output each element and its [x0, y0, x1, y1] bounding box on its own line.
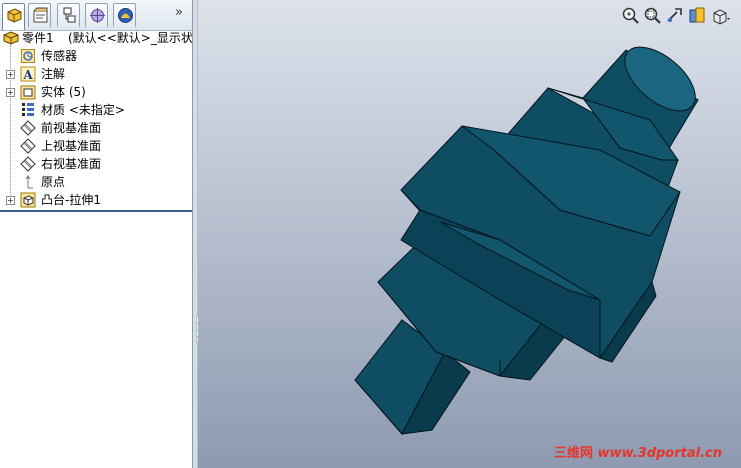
tree-item-solid-bodies[interactable]: + 实体 (5) — [0, 83, 192, 101]
tree-item-label: 传感器 — [41, 49, 78, 63]
display-manager-icon — [118, 8, 133, 23]
dimxpert-icon — [90, 8, 105, 23]
expand-toggle[interactable]: + — [6, 88, 15, 97]
tree-item-boss-extrude[interactable]: + 凸台-拉伸1 — [0, 191, 192, 209]
tree-item-label: 注解 — [41, 67, 66, 81]
plane-icon — [20, 156, 36, 172]
extrude-icon — [20, 192, 36, 208]
feature-manager-panel: » 零件1 (默认<<默认>_显示状态 传感器 + A 注解 + 实体 (5) … — [0, 0, 193, 468]
expand-toggle[interactable]: + — [6, 196, 15, 205]
watermark-brand: 三维网 — [553, 446, 593, 461]
origin-icon — [25, 175, 33, 189]
tree-item-origin[interactable]: 原点 — [0, 173, 192, 191]
manager-tab-bar: » — [0, 0, 192, 31]
configuration-manager-icon — [63, 7, 76, 23]
view-heads-up-toolbar — [621, 6, 733, 26]
feature-manager-tab[interactable] — [2, 3, 25, 30]
more-tabs-button[interactable]: » — [175, 6, 187, 20]
expand-toggle[interactable]: + — [6, 70, 15, 79]
tree-item-top-plane[interactable]: 上视基准面 — [0, 137, 192, 155]
tree-root-part[interactable]: 零件1 (默认<<默认>_显示状态 — [0, 29, 193, 47]
tree-item-label: 实体 (5) — [41, 85, 86, 99]
dimxpert-manager-tab[interactable] — [85, 3, 108, 27]
plane-icon — [20, 138, 36, 154]
plane-icon — [20, 120, 36, 136]
property-manager-tab[interactable] — [28, 3, 51, 27]
tree-item-annotations[interactable]: + A 注解 — [0, 65, 192, 83]
part-name: 零件1 — [22, 31, 54, 45]
tree-item-sensors[interactable]: 传感器 — [0, 47, 192, 65]
sensor-icon — [21, 49, 35, 63]
watermark-site: www.3dportal.cn — [597, 446, 722, 461]
display-manager-tab[interactable] — [113, 3, 136, 27]
property-manager-icon — [33, 7, 48, 23]
view-orientation-icon[interactable] — [711, 6, 731, 26]
tree-item-right-plane[interactable]: 右视基准面 — [0, 155, 192, 173]
material-icon — [22, 103, 34, 116]
configuration-name: (默认<<默认>_显示状态 — [68, 31, 193, 45]
part-icon — [3, 31, 19, 45]
tree-item-label: 原点 — [41, 175, 66, 189]
section-view-icon[interactable] — [687, 6, 707, 26]
tree-item-label: 右视基准面 — [41, 157, 102, 171]
rollback-bar[interactable] — [0, 210, 192, 212]
solid-bodies-icon — [20, 85, 36, 100]
shaft-model[interactable] — [198, 0, 741, 468]
graphics-area[interactable]: 三维网 www.3dportal.cn — [198, 0, 741, 468]
previous-view-icon[interactable] — [665, 6, 685, 26]
configuration-manager-tab[interactable] — [57, 3, 80, 27]
watermark: 三维网 www.3dportal.cn — [554, 446, 722, 462]
annotation-icon: A — [20, 66, 36, 82]
tree-item-label: 上视基准面 — [41, 139, 102, 153]
feature-manager-icon — [7, 8, 22, 23]
tree-item-front-plane[interactable]: 前视基准面 — [0, 119, 192, 137]
zoom-to-fit-icon[interactable] — [621, 6, 641, 26]
tree-item-label: 凸台-拉伸1 — [41, 193, 101, 207]
tree-item-label: 材质 <未指定> — [41, 103, 125, 117]
svg-text:A: A — [22, 68, 33, 82]
tree-item-label: 前视基准面 — [41, 121, 102, 135]
tree-item-material[interactable]: 材质 <未指定> — [0, 101, 192, 119]
zoom-to-area-icon[interactable] — [643, 6, 663, 26]
